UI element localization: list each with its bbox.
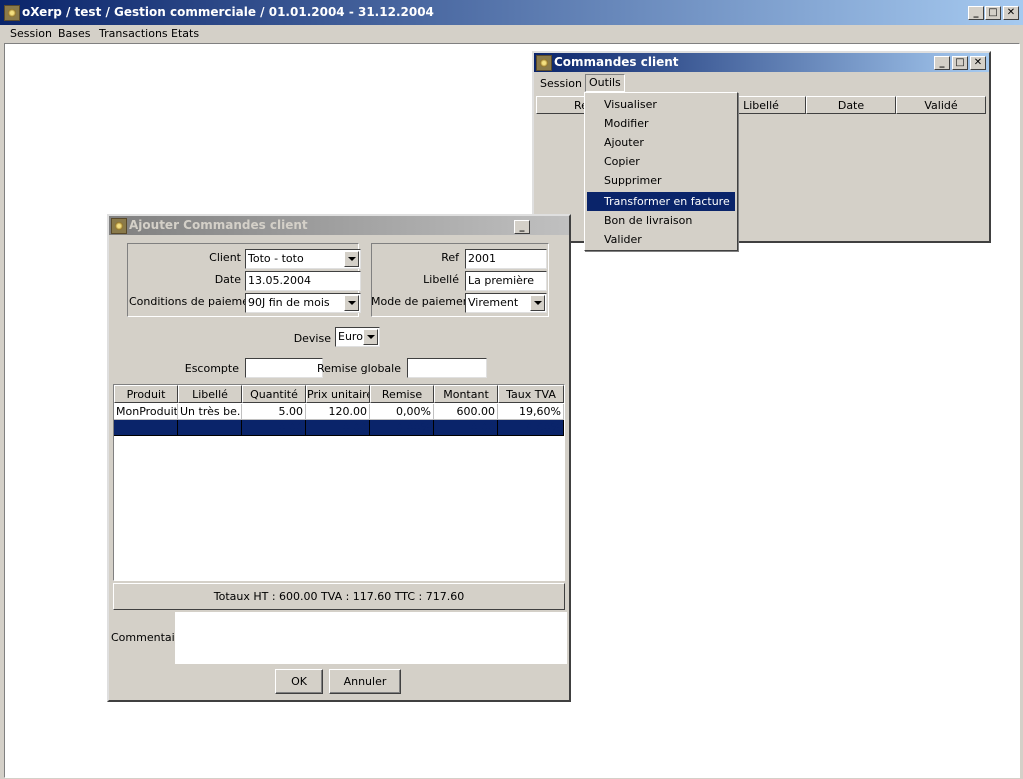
ajouter-title-bar: Ajouter Commandes client _: [109, 216, 569, 235]
conditions-label: Conditions de paiement: [129, 295, 261, 308]
remise-globale-label: Remise globale: [317, 362, 401, 375]
frame-icon: [111, 218, 127, 234]
totaux-bar: Totaux HT : 600.00 TVA : 117.60 TTC : 71…: [113, 583, 565, 610]
cell-libelle[interactable]: [178, 420, 242, 436]
menu-transactions[interactable]: Transactions: [99, 25, 168, 45]
cell-remise[interactable]: 0,00%: [370, 420, 434, 436]
devise-label: Devise: [293, 332, 331, 345]
menu-etats[interactable]: Etats: [171, 25, 199, 45]
commandes-menu-bar: Session Outils: [534, 73, 989, 92]
libelle-label: Libellé: [423, 273, 459, 286]
menu-item-modifier[interactable]: Modifier: [587, 114, 735, 133]
menu-item-copier[interactable]: Copier: [587, 152, 735, 171]
mode-paiement-combo[interactable]: Virement: [465, 293, 547, 313]
col-montant[interactable]: Montant: [434, 385, 498, 403]
col-produit[interactable]: Produit: [114, 385, 178, 403]
commandes-menu-outils[interactable]: Outils: [585, 74, 625, 92]
commandes-menu-session[interactable]: Session: [540, 75, 582, 95]
ajouter-commandes-window: Ajouter Commandes client _ Client Toto -…: [107, 214, 571, 702]
cell-montant[interactable]: 600.00: [434, 404, 498, 420]
col-taux-tva[interactable]: Taux TVA: [498, 385, 564, 403]
col-prix-unitaire[interactable]: Prix unitaire: [306, 385, 370, 403]
lignes-table: Produit Libellé Quantité Prix unitaire R…: [113, 384, 565, 581]
cell-produit[interactable]: [114, 420, 178, 436]
client-combo[interactable]: Toto - toto: [245, 249, 361, 269]
app-icon: [4, 5, 20, 21]
conditions-value: 90J fin de mois: [248, 296, 330, 309]
cell-quantite[interactable]: 0.00: [242, 420, 306, 436]
table-row[interactable]: MonProduit Un très be... 5.00 120.00 0,0…: [114, 404, 564, 420]
ajouter-title: Ajouter Commandes client: [129, 218, 308, 232]
cell-taux-tva[interactable]: 19,60%: [498, 420, 564, 436]
devise-value: Euro: [338, 330, 363, 343]
mode-paiement-value: Virement: [468, 296, 519, 309]
ok-button[interactable]: OK: [275, 669, 323, 694]
cell-quantite[interactable]: 5.00: [242, 404, 306, 420]
table-row-selected[interactable]: 0.00 0.00 0,00% 0.00 19,60%: [114, 420, 564, 436]
escompte-label: Escompte: [184, 362, 239, 375]
commandes-minimize-button[interactable]: _: [934, 56, 950, 70]
client-value: Toto - toto: [248, 252, 304, 265]
commentaire-field[interactable]: [175, 612, 567, 664]
commandes-col-valide[interactable]: Validé: [896, 96, 986, 114]
cell-produit[interactable]: MonProduit: [114, 404, 178, 420]
cell-prix-unitaire[interactable]: 120.00: [306, 404, 370, 420]
main-menu-bar: Session Bases Transactions Etats: [0, 25, 1023, 43]
client-label: Client: [209, 251, 241, 264]
menu-item-transformer-en-facture[interactable]: Transformer en facture: [587, 192, 735, 211]
minimize-button[interactable]: _: [968, 6, 984, 20]
cell-montant[interactable]: 0.00: [434, 420, 498, 436]
col-remise[interactable]: Remise: [370, 385, 434, 403]
cell-prix-unitaire[interactable]: 0.00: [306, 420, 370, 436]
annuler-button[interactable]: Annuler: [329, 669, 401, 694]
mode-paiement-label: Mode de paiement: [371, 295, 475, 308]
cell-remise[interactable]: 0,00%: [370, 404, 434, 420]
devise-combo[interactable]: Euro: [335, 327, 380, 347]
menu-item-bon-de-livraison[interactable]: Bon de livraison: [587, 211, 735, 230]
menu-session[interactable]: Session: [10, 25, 52, 45]
commandes-close-button[interactable]: ✕: [970, 56, 986, 70]
ref-field[interactable]: 2001: [465, 249, 547, 269]
menu-item-valider[interactable]: Valider: [587, 230, 735, 249]
totaux-text: Totaux HT : 600.00 TVA : 117.60 TTC : 71…: [213, 590, 465, 603]
col-quantite[interactable]: Quantité: [242, 385, 306, 403]
commandes-maximize-button[interactable]: □: [952, 56, 968, 70]
remise-globale-field[interactable]: [407, 358, 487, 378]
maximize-button[interactable]: □: [985, 6, 1001, 20]
chevron-down-icon[interactable]: [344, 295, 359, 311]
menu-bases[interactable]: Bases: [58, 25, 91, 45]
chevron-down-icon[interactable]: [530, 295, 545, 311]
date-label: Date: [214, 273, 241, 286]
menu-item-visualiser[interactable]: Visualiser: [587, 95, 735, 114]
escompte-field[interactable]: [245, 358, 323, 378]
chevron-down-icon[interactable]: [344, 251, 359, 267]
menu-item-ajouter[interactable]: Ajouter: [587, 133, 735, 152]
cell-taux-tva[interactable]: 19,60%: [498, 404, 564, 420]
commandes-col-date[interactable]: Date: [806, 96, 896, 114]
col-libelle[interactable]: Libellé: [178, 385, 242, 403]
ajouter-minimize-button[interactable]: _: [514, 220, 530, 234]
frame-icon: [536, 55, 552, 71]
date-field[interactable]: 13.05.2004: [245, 271, 361, 291]
libelle-field[interactable]: La première: [465, 271, 547, 291]
menu-item-supprimer[interactable]: Supprimer: [587, 171, 735, 190]
main-title-bar: oXerp / test / Gestion commerciale / 01.…: [0, 0, 1023, 25]
commandes-title: Commandes client: [554, 55, 679, 69]
ref-label: Ref: [441, 251, 459, 264]
cell-libelle[interactable]: Un très be...: [178, 404, 242, 420]
chevron-down-icon[interactable]: [363, 329, 378, 345]
conditions-combo[interactable]: 90J fin de mois: [245, 293, 361, 313]
commandes-title-bar: Commandes client _ □ ✕: [534, 53, 989, 72]
outils-popup-menu: Visualiser Modifier Ajouter Copier Suppr…: [584, 92, 738, 251]
window-title: oXerp / test / Gestion commerciale / 01.…: [22, 5, 434, 19]
close-button[interactable]: ✕: [1003, 6, 1019, 20]
